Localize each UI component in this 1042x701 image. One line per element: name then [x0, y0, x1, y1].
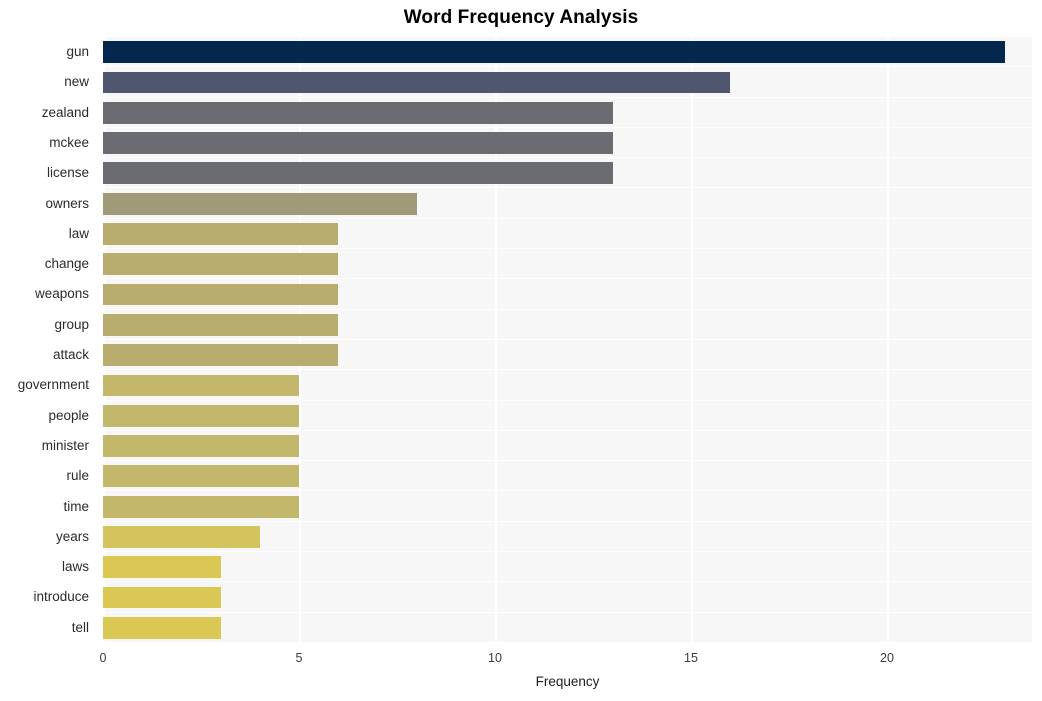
bar-row	[103, 582, 1032, 613]
bar-row	[103, 552, 1032, 583]
bar-change[interactable]	[103, 253, 339, 276]
bar-time[interactable]	[103, 495, 299, 518]
x-tick-label-5: 5	[295, 651, 303, 665]
y-tick-label-minister: minister	[41, 437, 89, 453]
bar-row	[103, 37, 1032, 68]
y-tick-label-years: years	[55, 528, 89, 544]
y-tick-label-introduce: introduce	[33, 589, 89, 605]
y-tick-label-law: law	[68, 225, 89, 241]
x-tick-label-15: 15	[684, 651, 698, 665]
y-tick-label-gun: gun	[66, 44, 89, 59]
y-tick-label-attack: attack	[52, 347, 89, 362]
y-tick-label-government: government	[17, 377, 89, 393]
y-tick-label-zealand: zealand	[41, 104, 89, 120]
bar-weapons[interactable]	[103, 283, 339, 306]
bar-years[interactable]	[103, 526, 260, 548]
plot-area	[103, 37, 1032, 643]
y-tick-label-owners: owners	[45, 195, 89, 211]
bar-zealand[interactable]	[103, 101, 613, 124]
bar-introduce[interactable]	[103, 586, 221, 609]
y-tick-label-laws: laws	[61, 559, 89, 575]
x-axis-label: Frequency	[535, 674, 600, 689]
bar-tell[interactable]	[103, 616, 221, 639]
y-tick-label-new: new	[64, 74, 89, 90]
bar-row	[103, 340, 1032, 371]
y-axis-labels: gun new zealand mckee license owners law change…	[0, 37, 96, 643]
bar-row	[103, 461, 1032, 492]
chart-title: Word Frequency Analysis	[403, 7, 639, 28]
y-tick-label-group: group	[54, 316, 89, 332]
bar-row	[103, 249, 1032, 280]
x-tick-label-10: 10	[488, 651, 502, 665]
bar-row	[103, 128, 1032, 159]
bar-row	[103, 401, 1032, 431]
bar-row	[103, 492, 1032, 522]
bar-law[interactable]	[103, 223, 339, 245]
bar-row	[103, 189, 1032, 219]
x-tick-label-0: 0	[99, 651, 107, 665]
bar-row	[103, 522, 1032, 553]
bar-row	[103, 219, 1032, 250]
x-tick-label-20: 20	[880, 651, 894, 665]
bar-row	[103, 370, 1032, 401]
bar-government[interactable]	[103, 374, 299, 397]
bar-new[interactable]	[103, 71, 731, 94]
bar-minister[interactable]	[103, 435, 299, 457]
y-tick-label-weapons: weapons	[34, 286, 89, 302]
bar-row	[103, 431, 1032, 462]
word-frequency-chart: Word Frequency Analysis gun new zealand mck…	[0, 0, 1042, 701]
y-tick-label-people: people	[48, 407, 89, 423]
bar-gun[interactable]	[103, 41, 1005, 64]
y-tick-label-tell: tell	[71, 619, 89, 635]
bar-row	[103, 310, 1032, 340]
bar-row	[103, 279, 1032, 310]
bar-mckee[interactable]	[103, 132, 613, 154]
bar-license[interactable]	[103, 162, 613, 185]
y-tick-label-license: license	[46, 165, 89, 181]
bar-group[interactable]	[103, 313, 339, 336]
y-tick-label-change: change	[44, 256, 89, 272]
bar-row	[103, 158, 1032, 189]
bar-row	[103, 98, 1032, 128]
bar-people[interactable]	[103, 404, 299, 427]
y-tick-label-mckee: mckee	[49, 134, 89, 150]
y-tick-label-time: time	[63, 498, 89, 514]
y-tick-label-rule: rule	[66, 468, 89, 484]
bar-row	[103, 67, 1032, 98]
bar-owners[interactable]	[103, 192, 417, 215]
bar-rule[interactable]	[103, 465, 299, 488]
row-separator	[103, 641, 1032, 643]
bar-rows	[103, 37, 1032, 643]
bar-laws[interactable]	[103, 556, 221, 579]
bar-row	[103, 613, 1032, 643]
bar-attack[interactable]	[103, 344, 339, 367]
